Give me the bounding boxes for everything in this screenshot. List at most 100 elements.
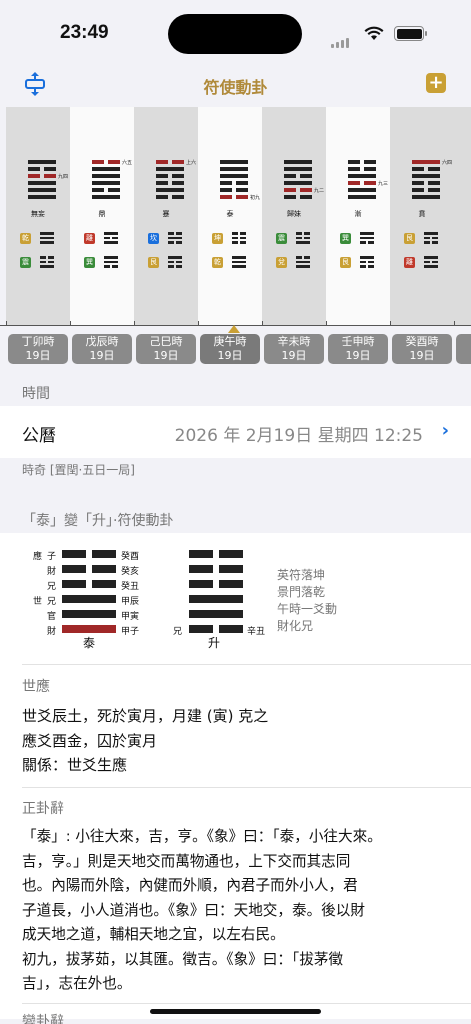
trigram-badge: 艮: [340, 257, 351, 268]
hexagram-line: [168, 232, 182, 235]
hexagram-line: [296, 256, 310, 259]
hexagram-line: [348, 188, 376, 192]
period-chip[interactable]: 辛未時 19日: [264, 334, 324, 364]
line-segment: [284, 160, 312, 164]
shiying-text: 世爻辰土，死於寅月，月建 (寅) 克之 應爻酉金，囚於寅月 關係：世爻生應: [22, 704, 268, 778]
line-segment: [412, 160, 440, 164]
hexagram-line: [168, 236, 182, 239]
gua-line: [62, 610, 116, 618]
period-chip[interactable]: 癸酉時 19日: [392, 334, 452, 364]
trigram-badge: 乾: [212, 257, 223, 268]
line-segment: [284, 188, 296, 192]
text-line: 成天地之道，輔相天地之宜，以左右民。: [22, 926, 285, 943]
line-segment: [112, 236, 118, 239]
hexagram-line: [220, 195, 248, 199]
trigram-badge: 乾: [20, 233, 31, 244]
hexagram-column[interactable]: 九二 歸妹震兌: [262, 107, 326, 325]
battery-icon: [394, 26, 427, 41]
period-chip[interactable]: 壬申時 19日: [328, 334, 388, 364]
line-segment: [219, 550, 243, 558]
hexagram-line: [284, 188, 312, 192]
trigram-badge: 巽: [84, 257, 95, 268]
line-segment: [296, 256, 302, 259]
gua-line: [189, 565, 243, 573]
line-segment: [304, 256, 310, 259]
cellular-signal-icon: [331, 29, 351, 48]
hexagram-line: [424, 260, 438, 263]
line-ganzhi: 癸亥: [121, 567, 140, 577]
line-segment: [364, 160, 376, 164]
period-chip[interactable]: 庚午時 19日: [200, 334, 260, 364]
hexagram-column[interactable]: 九三漸巽艮: [326, 107, 390, 325]
line-segment: [296, 232, 302, 235]
hexagram-lines: [232, 256, 246, 270]
line-segment: [432, 260, 438, 263]
divider: [22, 664, 471, 665]
hexagram-lines: [92, 160, 120, 202]
line-segment: [360, 241, 366, 244]
line-segment: [108, 160, 120, 164]
line-segment: [348, 181, 360, 185]
line-segment: [220, 181, 232, 185]
hexagram-column[interactable]: 六四賁艮離: [390, 107, 454, 325]
hexagram-strip[interactable]: 九四 無妄乾震六五鼎離巽上六蹇坎艮初九泰坤乾九二 歸妹震兌九三漸巽艮六四賁艮離: [0, 107, 471, 325]
period-chip[interactable]: 丁卯時 19日: [8, 334, 68, 364]
text-line: 關係：世爻生應: [22, 756, 128, 774]
moving-line-label: 六五: [122, 160, 133, 166]
gua-line: [189, 625, 243, 633]
hexagram-line: [296, 232, 310, 235]
line-segment: [112, 265, 118, 268]
line-segment: [92, 174, 120, 178]
line-segment: [172, 195, 184, 199]
hexagram-name: 泰: [226, 210, 234, 218]
note-line: 英符落坤: [277, 568, 326, 582]
add-button[interactable]: +: [426, 73, 446, 93]
period-chip-overflow[interactable]: [456, 334, 471, 364]
line-segment: [300, 174, 312, 178]
chevron-right-icon: ›: [441, 420, 449, 441]
hexagram-line: [40, 241, 54, 244]
line-ganzhi: 甲辰: [121, 597, 140, 607]
zhenggua-header: 正卦辭: [22, 801, 64, 817]
line-segment: [424, 241, 430, 244]
line-segment: [284, 195, 296, 199]
calendar-row[interactable]: 公曆 2026 年 2月19日 星期四 12:25 ›: [0, 406, 471, 458]
line-segment: [62, 625, 116, 633]
line-ganzhi: 甲子: [121, 627, 140, 637]
hexagram-line: [412, 174, 440, 178]
line-segment: [220, 160, 248, 164]
line-segment: [232, 236, 238, 239]
hexagram-column[interactable]: [454, 107, 471, 325]
line-segment: [28, 167, 40, 171]
line-segment: [44, 167, 56, 171]
hexagram-line: [28, 188, 56, 192]
hexagram-line: [92, 174, 120, 178]
timeline-tick: [6, 321, 7, 325]
line-segment: [104, 256, 118, 259]
text-line: 子道長，小人道消也。《象》曰：天地交，泰。後以財: [22, 901, 365, 919]
timeline-tick: [390, 321, 391, 325]
hexagram-line: [424, 265, 438, 268]
period-chip[interactable]: 戊辰時 19日: [72, 334, 132, 364]
line-segment: [368, 241, 374, 244]
line-segment: [156, 174, 168, 178]
line-segment: [360, 232, 374, 235]
line-segment: [232, 260, 246, 263]
left-hexagram-name: 泰: [83, 636, 96, 650]
home-indicator: [150, 1009, 321, 1014]
line-segment: [104, 241, 118, 244]
period-chip[interactable]: 己巳時 19日: [136, 334, 196, 364]
line-segment: [348, 188, 376, 192]
hexagram-column[interactable]: 六五鼎離巽: [70, 107, 134, 325]
line-segment: [40, 236, 54, 239]
hexagram-column[interactable]: 九四 無妄乾震: [6, 107, 70, 325]
line-segment: [412, 174, 440, 178]
gua-line: [62, 625, 116, 633]
hexagram-column[interactable]: 初九泰坤乾: [198, 107, 262, 325]
hexagram-line: [104, 232, 118, 235]
gua-line: [62, 595, 116, 603]
period-day: 19日: [281, 349, 307, 362]
hexagram-column[interactable]: 上六蹇坎艮: [134, 107, 198, 325]
line-segment: [220, 188, 232, 192]
line-segment: [424, 265, 438, 268]
